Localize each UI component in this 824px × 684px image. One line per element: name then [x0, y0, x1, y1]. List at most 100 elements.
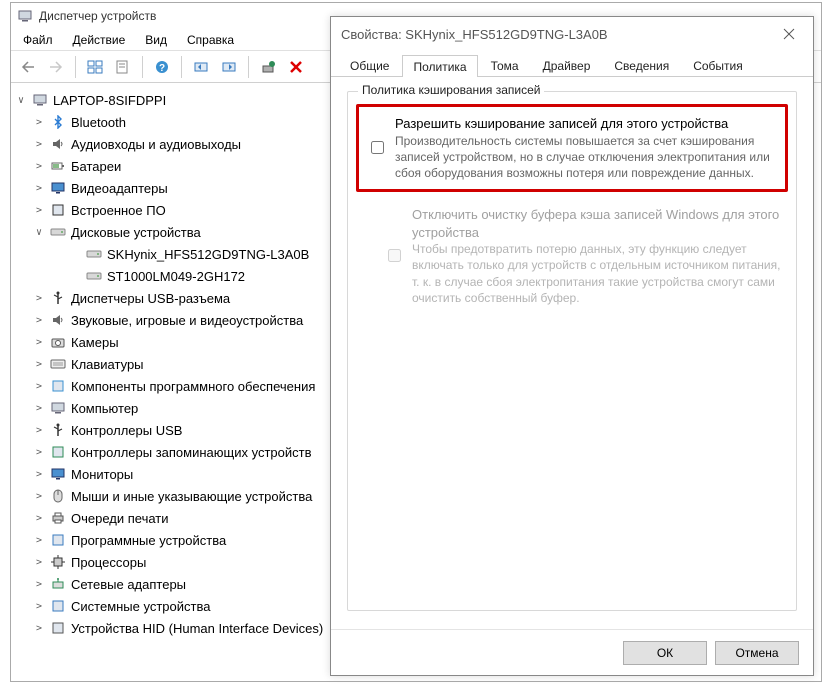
tab-policy[interactable]: Политика: [402, 55, 477, 77]
twisty-icon[interactable]: >: [33, 447, 45, 458]
enable-write-cache-label: Разрешить кэширование записей для этого …: [395, 115, 777, 133]
battery-icon: [49, 158, 67, 174]
highlight-box: Разрешить кэширование записей для этого …: [356, 104, 788, 192]
twisty-icon[interactable]: >: [33, 469, 45, 480]
uninstall-button[interactable]: [255, 55, 281, 79]
twisty-icon[interactable]: >: [33, 513, 45, 524]
menu-action[interactable]: Действие: [63, 31, 136, 49]
twisty-icon[interactable]: >: [33, 491, 45, 502]
device-manager-title: Диспетчер устройств: [39, 9, 156, 23]
tree-category-label: Очереди печати: [71, 511, 169, 526]
hid-icon: [49, 620, 67, 636]
disable-flush-option: Отключить очистку буфера кэша записей Wi…: [382, 202, 784, 310]
tree-category-label: Батареи: [71, 159, 121, 174]
twisty-icon[interactable]: >: [33, 403, 45, 414]
tab-general[interactable]: Общие: [339, 54, 400, 76]
cpu-icon: [49, 554, 67, 570]
tab-body: Политика кэширования записей Разрешить к…: [331, 77, 813, 629]
network-icon: [49, 576, 67, 592]
ok-button[interactable]: ОК: [623, 641, 707, 665]
twisty-icon[interactable]: >: [33, 117, 45, 128]
enable-write-cache-desc: Производительность системы повышается за…: [395, 133, 777, 182]
camera-icon: [49, 334, 67, 350]
computer-icon: [49, 400, 67, 416]
mouse-icon: [49, 488, 67, 504]
close-button[interactable]: [775, 23, 803, 45]
tab-volumes[interactable]: Тома: [480, 54, 530, 76]
computer-icon: [17, 8, 33, 24]
dialog-buttons: ОК Отмена: [331, 629, 813, 675]
twisty-icon[interactable]: ∨: [33, 227, 45, 238]
tree-category-label: Звуковые, игровые и видеоустройства: [71, 313, 303, 328]
keyboard-icon: [49, 356, 67, 372]
tabs: Общие Политика Тома Драйвер Сведения Соб…: [331, 51, 813, 77]
usb-icon: [49, 422, 67, 438]
update-driver-button[interactable]: [216, 55, 242, 79]
tree-category-label: Мониторы: [71, 467, 133, 482]
tree-category-label: Мыши и иные указывающие устройства: [71, 489, 312, 504]
tree-category-label: Видеоадаптеры: [71, 181, 168, 196]
tree-root-label: LAPTOP-8SIFDPPI: [53, 93, 166, 108]
twisty-icon[interactable]: >: [33, 623, 45, 634]
twisty-icon[interactable]: >: [33, 183, 45, 194]
forward-button[interactable]: [43, 55, 69, 79]
disk-icon: [85, 268, 103, 284]
write-cache-policy-group: Политика кэширования записей Разрешить к…: [347, 91, 797, 611]
tree-category-label: Программные устройства: [71, 533, 226, 548]
twisty-icon[interactable]: >: [33, 579, 45, 590]
tree-category-label: Bluetooth: [71, 115, 126, 130]
audio-icon: [49, 136, 67, 152]
properties-dialog: Свойства: SKHynix_HFS512GD9TNG-L3A0B Общ…: [330, 16, 814, 676]
tab-details[interactable]: Сведения: [603, 54, 680, 76]
back-button[interactable]: [15, 55, 41, 79]
computer-icon: [31, 92, 49, 108]
storage-icon: [49, 444, 67, 460]
tree-category-label: Камеры: [71, 335, 119, 350]
toolbar-separator: [142, 56, 143, 78]
twisty-icon[interactable]: >: [33, 359, 45, 370]
twisty-icon[interactable]: >: [33, 535, 45, 546]
tree-category-label: Системные устройства: [71, 599, 210, 614]
twisty-icon[interactable]: >: [33, 139, 45, 150]
menu-help[interactable]: Справка: [177, 31, 244, 49]
twisty-icon[interactable]: >: [33, 161, 45, 172]
system-icon: [49, 598, 67, 614]
display-icon: [49, 180, 67, 196]
enable-write-cache-option: Разрешить кэширование записей для этого …: [365, 111, 779, 185]
tree-category-label: Процессоры: [71, 555, 146, 570]
help-button[interactable]: ?: [149, 55, 175, 79]
bluetooth-icon: [49, 114, 67, 130]
disk-icon: [49, 224, 67, 240]
cancel-button[interactable]: Отмена: [715, 641, 799, 665]
tree-device-label: SKHynix_HFS512GD9TNG-L3A0B: [107, 247, 309, 262]
tree-category-label: Диспетчеры USB-разъема: [71, 291, 230, 306]
disable-flush-desc: Чтобы предотвратить потерю данных, эту ф…: [412, 241, 782, 306]
menu-view[interactable]: Вид: [135, 31, 177, 49]
twisty-icon[interactable]: >: [33, 381, 45, 392]
toolbar-separator: [75, 56, 76, 78]
show-hidden-button[interactable]: [82, 55, 108, 79]
twisty-icon[interactable]: >: [33, 205, 45, 216]
twisty-icon[interactable]: >: [33, 425, 45, 436]
properties-title: Свойства: SKHynix_HFS512GD9TNG-L3A0B: [341, 27, 608, 42]
twisty-icon[interactable]: >: [33, 293, 45, 304]
twisty-icon[interactable]: >: [33, 557, 45, 568]
twisty-icon[interactable]: >: [33, 601, 45, 612]
enable-write-cache-checkbox[interactable]: [371, 117, 384, 178]
sound-icon: [49, 312, 67, 328]
properties-titlebar: Свойства: SKHynix_HFS512GD9TNG-L3A0B: [331, 17, 813, 51]
tree-category-label: Встроенное ПО: [71, 203, 166, 218]
tree-category-label: Компьютер: [71, 401, 138, 416]
twisty-icon[interactable]: >: [33, 337, 45, 348]
tab-events[interactable]: События: [682, 54, 754, 76]
properties-button[interactable]: [110, 55, 136, 79]
disable-flush-label: Отключить очистку буфера кэша записей Wi…: [412, 206, 782, 241]
usb-icon: [49, 290, 67, 306]
disable-button[interactable]: [283, 55, 309, 79]
twisty-icon[interactable]: >: [33, 315, 45, 326]
scan-button[interactable]: [188, 55, 214, 79]
tree-category-label: Контроллеры USB: [71, 423, 182, 438]
tab-driver[interactable]: Драйвер: [532, 54, 602, 76]
menu-file[interactable]: Файл: [13, 31, 63, 49]
group-legend: Политика кэширования записей: [358, 83, 544, 97]
